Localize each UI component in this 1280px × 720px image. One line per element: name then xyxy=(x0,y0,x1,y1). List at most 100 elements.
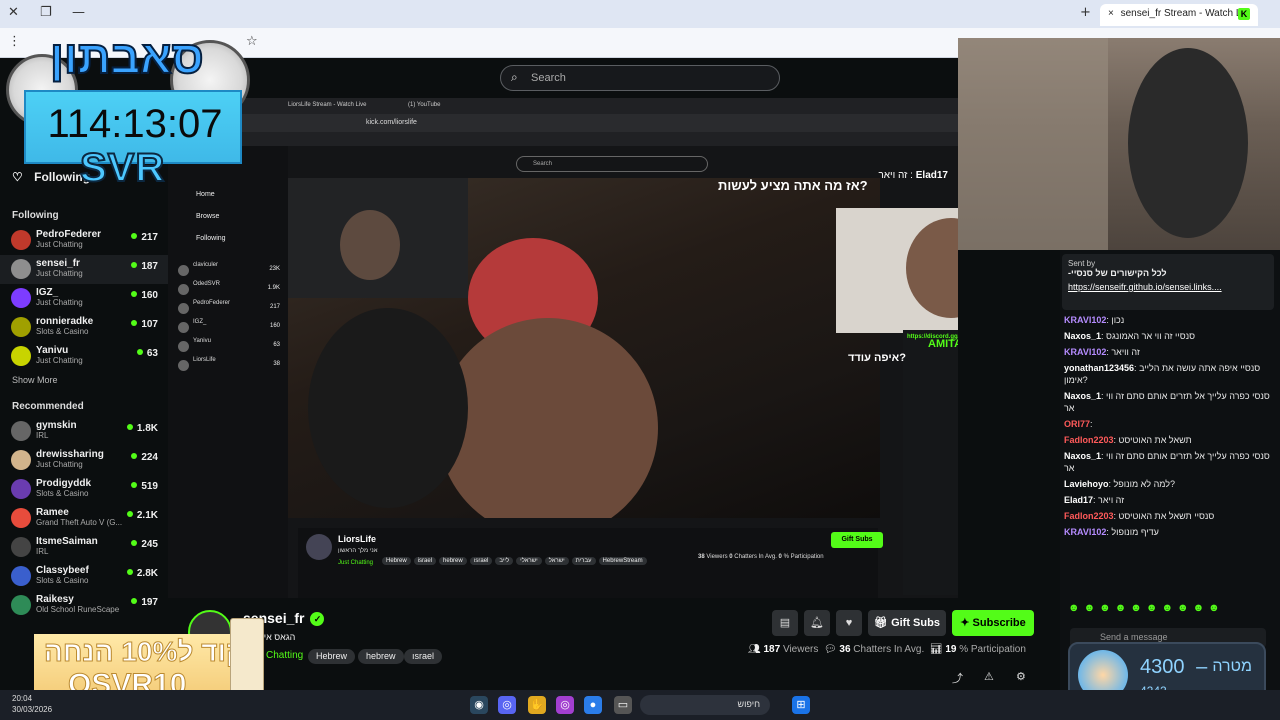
chrome-icon[interactable]: ● xyxy=(584,696,602,714)
warning-icon[interactable]: ⚠ xyxy=(984,670,994,683)
chat-username[interactable]: Naxos_1 xyxy=(1064,391,1101,401)
chat-username[interactable]: KRAVI102 xyxy=(1064,527,1106,537)
discord-icon[interactable]: ◎ xyxy=(498,696,516,714)
embedded-viewers-label: Viewers xyxy=(706,554,728,560)
stream-video[interactable]: LiorsLife Stream - Watch Live (1) YouTub… xyxy=(168,98,958,598)
browser-tab-bar: ✕ ❐ — + × sensei_fr Stream - Watch Li K xyxy=(0,0,1280,28)
embedded-channel-title: אני מלך הראשון xyxy=(338,548,378,554)
bookmark-star-icon[interactable]: ☆ xyxy=(246,34,258,49)
taskbar-clock: 20:04 30/03/2026 xyxy=(12,693,52,715)
tag-hebrew[interactable]: Hebrew xyxy=(308,649,356,664)
clip-button[interactable]: ▤ xyxy=(772,610,798,636)
chat-text: סנסיי תשאל את האוטיסט xyxy=(1118,511,1215,521)
chat-username[interactable]: yonathan123456 xyxy=(1064,363,1134,373)
menu-dots-icon[interactable]: ⋮ xyxy=(8,34,21,49)
taskbar-date: 30/03/2026 xyxy=(12,705,53,714)
sidebar-channel[interactable]: IGZ_ Just Chatting 160 xyxy=(0,284,168,313)
restore-window-icon[interactable]: ❐ xyxy=(40,5,52,20)
files-icon[interactable]: ▭ xyxy=(614,696,632,714)
pinned-text: -לכל הקישורים של סנסיי xyxy=(1068,268,1167,278)
sidebar-channel[interactable]: Yanivu Just Chatting 63 xyxy=(0,342,168,371)
chat-icon: 💬︎ xyxy=(823,644,837,655)
chat-message: ORI77: xyxy=(1064,419,1093,429)
notification-bell-button[interactable]: 🔔︎ xyxy=(804,610,830,636)
new-tab-button[interactable]: + xyxy=(1080,5,1091,20)
channel-viewers: 2.1K xyxy=(127,510,158,521)
minimize-window-icon[interactable]: — xyxy=(72,5,85,20)
embedded-search: Search xyxy=(516,156,708,172)
channel-avatar xyxy=(11,450,31,470)
chat-username[interactable]: Laviehoyo xyxy=(1064,479,1109,489)
sidebar-channel[interactable]: ItsmeSaiman IRL 245 xyxy=(0,533,168,562)
subscribe-button[interactable]: ✦ Subscribe xyxy=(952,610,1034,636)
chat-message: Fadlon2203: תשאל את האוטיסט xyxy=(1064,435,1192,445)
embedded-nav-browse: Browse xyxy=(196,213,220,220)
chat-username[interactable]: ORI77 xyxy=(1064,419,1090,429)
gift-subs-button[interactable]: 🎁︎ Gift Subs xyxy=(868,610,946,636)
recommended-header: Recommended xyxy=(12,401,84,412)
steam-icon[interactable]: ◉ xyxy=(470,696,488,714)
chat-username[interactable]: Naxos_1 xyxy=(1064,451,1101,461)
sidebar-channel[interactable]: ronnieradke Slots & Casino 107 xyxy=(0,313,168,342)
embedded-participation-label: % Participation xyxy=(783,554,824,560)
embedded-url: kick.com/liorslife xyxy=(366,119,417,126)
chat-username[interactable]: Fadlon2203 xyxy=(1064,511,1114,521)
embedded-channel: claviculer 23K xyxy=(168,262,288,281)
show-more-link[interactable]: Show More xyxy=(0,371,168,397)
video-caption: אז מה אתה מציע לעשות? xyxy=(718,178,868,193)
taskbar: 20:04 30/03/2026 ◉ ◎ ✋ ◎ ● ▭ חיפוש ⊞ xyxy=(0,690,1280,720)
taskbar-time: 20:04 xyxy=(12,694,33,703)
windows-start-icon[interactable]: ⊞ xyxy=(792,696,810,714)
channel-avatar xyxy=(11,288,31,308)
embedded-bookmarks xyxy=(168,132,958,146)
pinned-message: Sent by -לכל הקישורים של סנסיי https://s… xyxy=(1062,254,1274,310)
sidebar-channel[interactable]: sensei_fr Just Chatting 187 xyxy=(0,255,168,284)
embedded-viewers-count: 38 xyxy=(698,554,705,560)
embedded-channel-list: claviculer 23K OdedSVR 1.9K PedroFederer 217 I… xyxy=(168,262,288,376)
sidebar-channel[interactable]: Prodigyddk Slots & Casino 519 xyxy=(0,475,168,504)
embedded-tag: HebrewStream xyxy=(598,557,647,565)
streamer-webcam xyxy=(958,38,1280,250)
settings-icon[interactable]: ⚙ xyxy=(1016,670,1026,683)
following-nav-item[interactable]: ♡ Following xyxy=(12,170,90,184)
sidebar-channel[interactable]: Ramee Grand Theft Auto V (G... 2.1K xyxy=(0,504,168,533)
embedded-tab-2: (1) YouTube xyxy=(408,102,441,108)
embedded-tags: Hebrew israel hebrew ısrael עבריתישראלישראלי… xyxy=(382,557,650,565)
tab-close-icon[interactable]: × xyxy=(1108,8,1114,19)
app-icon[interactable]: ✋ xyxy=(528,696,546,714)
tag-israel[interactable]: ısrael xyxy=(404,649,443,664)
share-icon[interactable]: ⤴ xyxy=(952,670,963,686)
sidebar-channel[interactable]: Raikesy Old School RuneScape 197 xyxy=(0,591,168,620)
chat-username[interactable]: KRAVI102 xyxy=(1064,315,1106,325)
participation-count: 19 xyxy=(945,644,957,655)
sidebar-channel[interactable]: gymskin IRL 1.8K xyxy=(0,417,168,446)
sidebar-channel[interactable]: PedroFederer Just Chatting 217 xyxy=(0,226,168,255)
browser-tab[interactable]: × sensei_fr Stream - Watch Li xyxy=(1100,4,1258,26)
chat-username[interactable]: KRAVI102 xyxy=(1064,347,1106,357)
sidebar-channel[interactable]: drewissharing Just Chatting 224 xyxy=(0,446,168,475)
follow-heart-button[interactable]: ♥ xyxy=(836,610,862,636)
taskbar-search[interactable]: חיפוש xyxy=(640,695,770,715)
channel-viewers: 187 xyxy=(131,261,158,272)
chat-username[interactable]: Naxos_1 xyxy=(1064,331,1101,341)
tag-hebrew-lower[interactable]: hebrew xyxy=(358,649,404,664)
pinned-link[interactable]: https://senseifr.github.io/sensei.links.… xyxy=(1068,282,1268,292)
overlay-chat-2: AMITAI1234 xyxy=(928,338,958,350)
channel-viewers: 63 xyxy=(137,348,158,359)
chat-username[interactable]: Fadlon2203 xyxy=(1064,435,1114,445)
embedded-channel-avatar xyxy=(178,303,189,314)
embedded-channel-viewers: 160 xyxy=(269,323,280,329)
emote-row[interactable]: ☻☻☻☻☻☻☻☻☻☻ xyxy=(1068,602,1268,618)
channel-avatar xyxy=(11,537,31,557)
chat-username[interactable]: Elad17 xyxy=(1064,495,1093,505)
close-window-icon[interactable]: ✕ xyxy=(8,5,19,20)
stream-category[interactable]: Chatting xyxy=(266,650,303,661)
embedded-channel-category: Just Chatting xyxy=(338,560,374,566)
obs-icon[interactable]: ◎ xyxy=(556,696,574,714)
embedded-tag: עברית xyxy=(571,557,596,565)
search-input[interactable]: ⌕ Search xyxy=(500,65,780,91)
embedded-channel-viewers: 23K xyxy=(269,266,280,272)
sidebar-channel[interactable]: Classybeef Slots & Casino 2.8K xyxy=(0,562,168,591)
cam-2-person xyxy=(906,218,958,318)
webcam-wall xyxy=(958,38,1108,250)
